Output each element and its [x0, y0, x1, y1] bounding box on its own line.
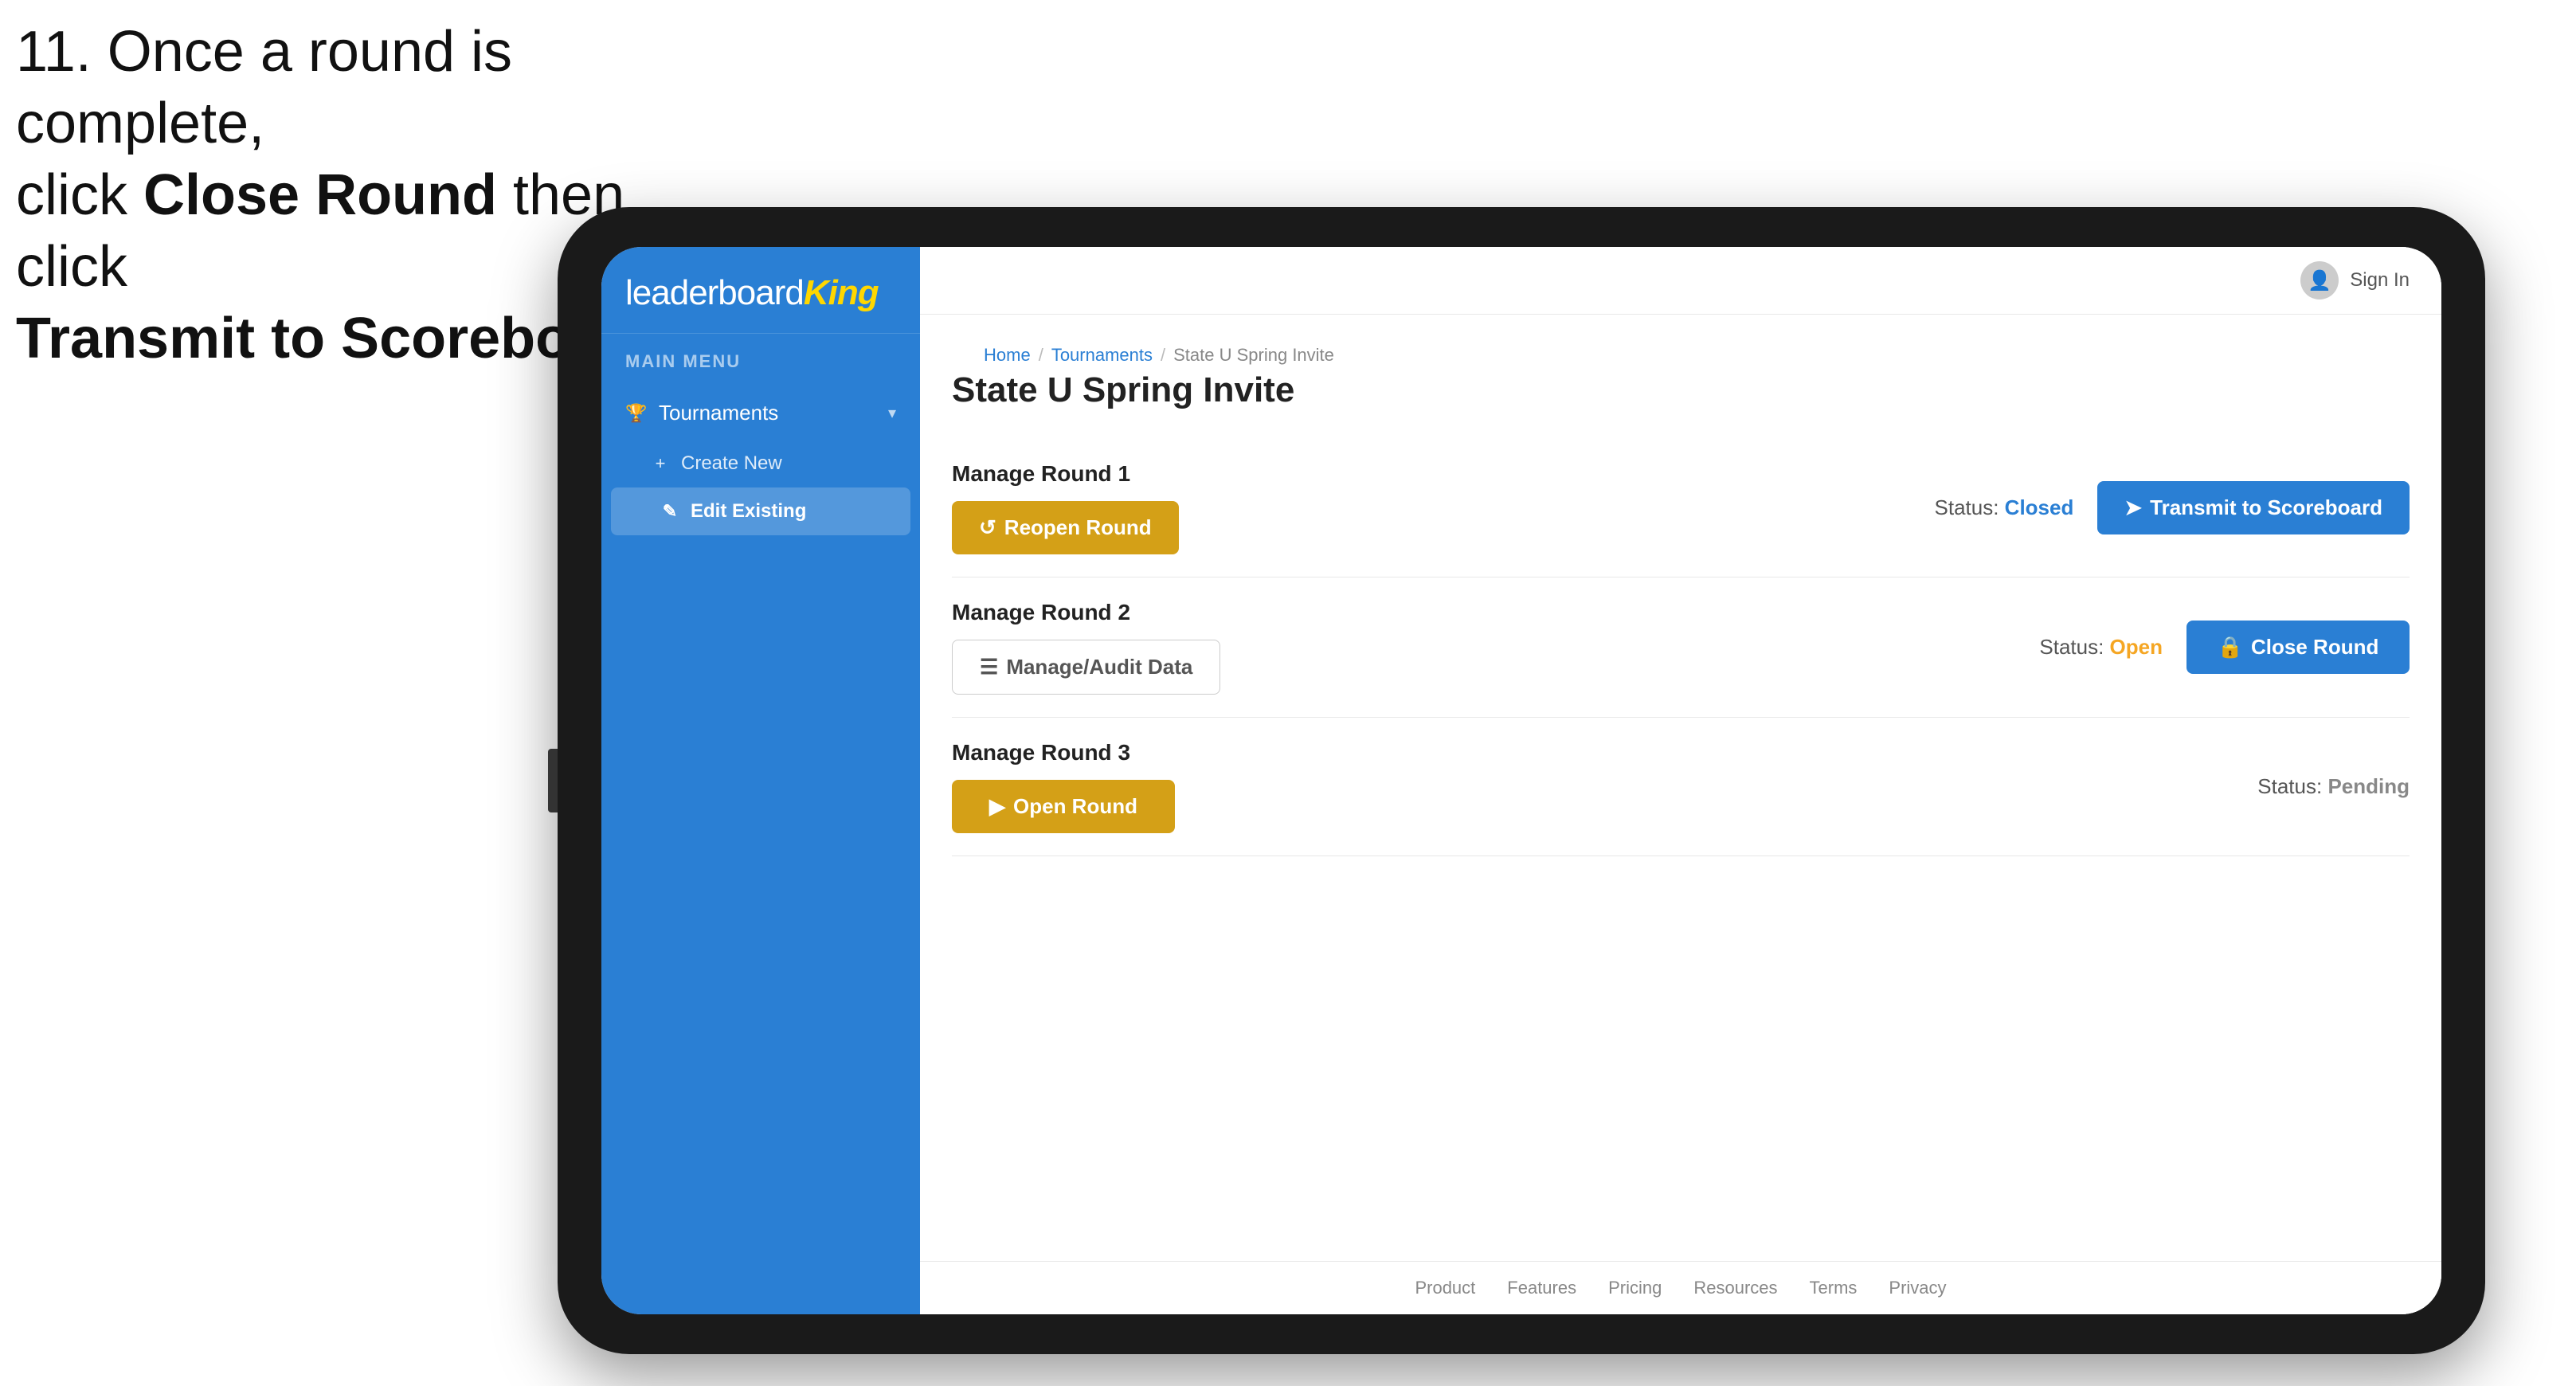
sign-in-area[interactable]: 👤 Sign In — [2300, 261, 2410, 300]
sign-in-label: Sign In — [2350, 269, 2410, 292]
round-1-section: Manage Round 1 ↺ Reopen Round Status: Cl… — [952, 439, 2410, 578]
logo-leaderboard: leaderboard — [625, 273, 804, 312]
sidebar-nav: 🏆 Tournaments ▾ + Create New ✎ Edit Exis… — [601, 380, 920, 1314]
round-1-status: Status: Closed — [1935, 495, 2074, 520]
breadcrumb-sep2: / — [1161, 345, 1165, 366]
reopen-icon: ↺ — [979, 515, 996, 540]
footer-pricing[interactable]: Pricing — [1608, 1278, 1662, 1298]
edit-existing-label: Edit Existing — [691, 500, 806, 523]
round-2-status-value: Open — [2110, 635, 2163, 659]
create-new-icon: + — [649, 452, 671, 475]
instruction-line1: 11. Once a round is complete, — [16, 16, 733, 159]
top-bar: 👤 Sign In — [920, 247, 2441, 315]
page-content: Home / Tournaments / State U Spring Invi… — [920, 315, 2441, 1261]
instruction-line2-prefix: click — [16, 163, 143, 227]
round-1-status-value: Closed — [2005, 495, 2074, 519]
main-content: 👤 Sign In Home / Tournaments / State U S… — [920, 247, 2441, 1314]
tablet-device: leaderboardKing MAIN MENU 🏆 Tournaments … — [558, 207, 2485, 1354]
round-2-status: Status: Open — [2039, 635, 2163, 660]
footer-product[interactable]: Product — [1415, 1278, 1475, 1298]
breadcrumb-tournaments[interactable]: Tournaments — [1051, 345, 1153, 366]
page-title: State U Spring Invite — [952, 370, 2410, 410]
tablet-side-button — [548, 749, 558, 812]
sidebar-item-edit-existing[interactable]: ✎ Edit Existing — [611, 487, 910, 535]
chevron-down-icon: ▾ — [888, 403, 896, 423]
audit-icon: ☰ — [980, 655, 998, 679]
round-3-status-value: Pending — [2327, 774, 2410, 798]
tournaments-icon: 🏆 — [625, 402, 648, 425]
tablet-screen: leaderboardKing MAIN MENU 🏆 Tournaments … — [601, 247, 2441, 1314]
lock-icon: 🔒 — [2218, 635, 2243, 660]
sidebar-item-create-new[interactable]: + Create New — [601, 440, 920, 487]
round-3-status: Status: Pending — [2257, 774, 2410, 799]
tournaments-label: Tournaments — [659, 401, 778, 425]
footer: Product Features Pricing Resources Terms… — [920, 1261, 2441, 1314]
reopen-round-button[interactable]: ↺ Reopen Round — [952, 501, 1179, 554]
transmit-scoreboard-button[interactable]: ➤ Transmit to Scoreboard — [2097, 481, 2410, 534]
breadcrumb-home[interactable]: Home — [984, 345, 1031, 366]
footer-privacy[interactable]: Privacy — [1889, 1278, 1946, 1298]
round-1-title: Manage Round 1 — [952, 461, 1179, 487]
sidebar-item-tournaments[interactable]: 🏆 Tournaments ▾ — [601, 386, 920, 440]
create-new-label: Create New — [681, 452, 782, 475]
transmit-icon: ➤ — [2124, 495, 2142, 520]
round-2-section: Manage Round 2 ☰ Manage/Audit Data Statu… — [952, 578, 2410, 718]
manage-audit-button[interactable]: ☰ Manage/Audit Data — [952, 640, 1220, 695]
breadcrumb-sep1: / — [1039, 345, 1043, 366]
logo-king: King — [804, 273, 879, 312]
sidebar: leaderboardKing MAIN MENU 🏆 Tournaments … — [601, 247, 920, 1314]
user-avatar: 👤 — [2300, 261, 2339, 300]
app-container: leaderboardKing MAIN MENU 🏆 Tournaments … — [601, 247, 2441, 1314]
footer-terms[interactable]: Terms — [1810, 1278, 1858, 1298]
footer-resources[interactable]: Resources — [1693, 1278, 1777, 1298]
round-3-title: Manage Round 3 — [952, 740, 1175, 765]
breadcrumb: Home / Tournaments / State U Spring Invi… — [952, 331, 2410, 370]
logo-area: leaderboardKing — [601, 247, 920, 334]
round-2-title: Manage Round 2 — [952, 600, 1220, 625]
edit-existing-icon: ✎ — [659, 500, 681, 523]
instruction-close-round-bold: Close Round — [143, 163, 497, 227]
footer-features[interactable]: Features — [1507, 1278, 1576, 1298]
close-round-button[interactable]: 🔒 Close Round — [2186, 621, 2410, 674]
open-round-button[interactable]: ▶ Open Round — [952, 780, 1175, 833]
open-round-icon: ▶ — [989, 794, 1005, 819]
sidebar-menu-label: MAIN MENU — [601, 334, 920, 380]
breadcrumb-current: State U Spring Invite — [1173, 345, 1334, 366]
round-3-section: Manage Round 3 ▶ Open Round Status: Pend… — [952, 718, 2410, 856]
